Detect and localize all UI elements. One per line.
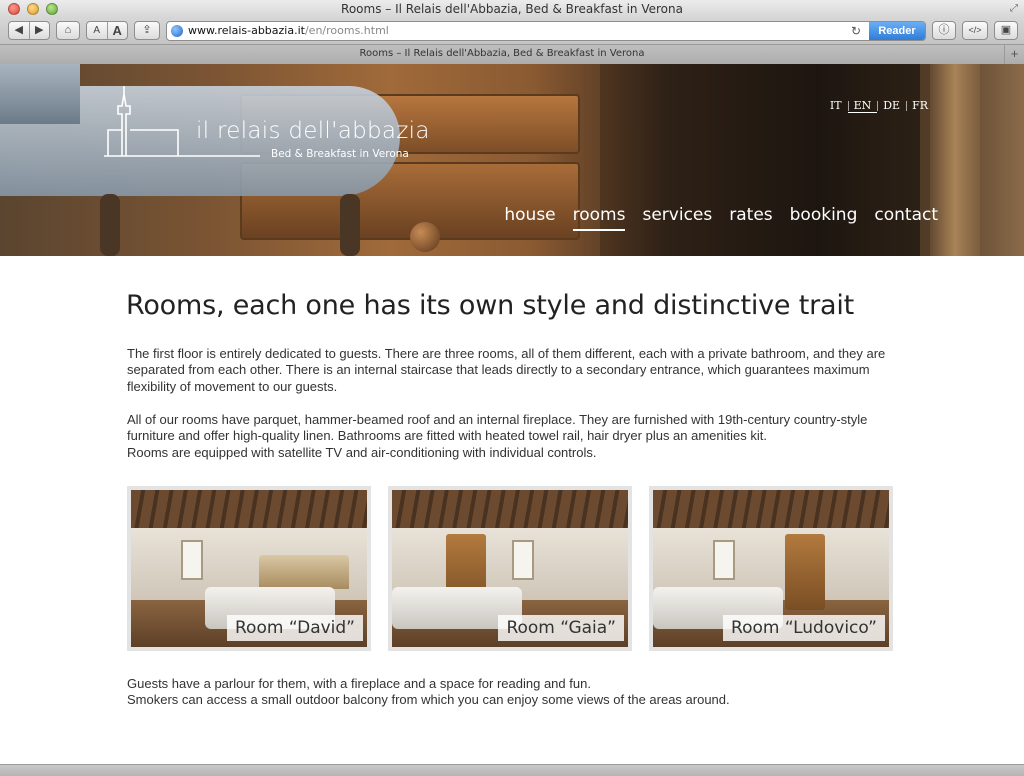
screenshot-button[interactable]: ▣ — [994, 21, 1018, 40]
nav-services[interactable]: services — [642, 205, 712, 231]
back-forward-buttons: ◀ ▶ — [8, 21, 50, 40]
parlour-text: Guests have a parlour for them, with a f… — [127, 676, 591, 691]
room-gallery: Room “David” Room “Gaia” Room “Ludovico” — [127, 486, 893, 651]
room-label: Room “Ludovico” — [723, 615, 885, 641]
lang-de[interactable]: DE — [877, 99, 906, 113]
lang-it[interactable]: IT — [824, 99, 848, 113]
nav-booking[interactable]: booking — [790, 205, 858, 231]
url-path: /en/rooms.html — [304, 24, 389, 37]
site-logo[interactable]: il relais dell'abbazia Bed & Breakfast i… — [100, 84, 429, 162]
language-switcher: IT EN DE FR — [824, 99, 934, 113]
browser-toolbar: ◀ ▶ ⌂ A A ⇪ www.relais-abbazia.it/en/roo… — [0, 18, 1024, 44]
nav-contact[interactable]: contact — [874, 205, 938, 231]
nav-house[interactable]: house — [504, 205, 555, 231]
room-card-ludovico[interactable]: Room “Ludovico” — [649, 486, 893, 651]
reader-button[interactable]: Reader — [869, 22, 925, 40]
window-titlebar: Rooms – Il Relais dell'Abbazia, Bed & Br… — [0, 0, 1024, 18]
globe-icon — [171, 25, 183, 37]
fullscreen-icon[interactable]: ⤢ — [1010, 3, 1018, 14]
home-button[interactable]: ⌂ — [56, 21, 80, 40]
font-size-buttons: A A — [86, 21, 128, 40]
hero-photo-chair-leg — [100, 194, 120, 256]
new-tab-button[interactable]: + — [1004, 45, 1024, 64]
window-bottom-bar — [0, 764, 1024, 776]
share-button[interactable]: ⇪ — [134, 21, 160, 40]
tab-bar: Rooms – Il Relais dell'Abbazia, Bed & Br… — [0, 44, 1024, 64]
room-card-david[interactable]: Room “David” — [127, 486, 371, 651]
features-text: Rooms are equipped with satellite TV and… — [127, 444, 597, 460]
parlour-text: Smokers can access a small outdoor balco… — [127, 692, 730, 708]
main-nav: house rooms services rates booking conta… — [504, 205, 938, 231]
features-text: All of our rooms have parquet, hammer-be… — [127, 412, 868, 444]
window-title: Rooms – Il Relais dell'Abbazia, Bed & Br… — [341, 2, 683, 16]
hero-photo-chair-back — [0, 64, 80, 124]
nav-rooms[interactable]: rooms — [572, 205, 626, 231]
parlour-paragraph: Guests have a parlour for them, with a f… — [127, 676, 907, 709]
reload-icon[interactable]: ↻ — [851, 24, 861, 38]
intro-text: The first floor is entirely dedicated to… — [127, 346, 886, 394]
logo-tagline: Bed & Breakfast in Verona — [271, 148, 409, 160]
info-button[interactable]: ⓘ — [932, 21, 956, 40]
home-icon: ⌂ — [64, 24, 72, 36]
back-button[interactable]: ◀ — [9, 22, 29, 39]
nav-rates[interactable]: rates — [729, 205, 772, 231]
logo-name: il relais dell'abbazia — [196, 118, 430, 144]
font-smaller-button[interactable]: A — [87, 22, 107, 39]
code-icon: </> — [968, 25, 982, 35]
hero-photo-chair-leg — [340, 194, 360, 256]
info-icon: ⓘ — [938, 24, 950, 36]
intro-paragraph: The first floor is entirely dedicated to… — [127, 346, 907, 395]
camera-icon: ▣ — [1000, 24, 1012, 36]
hero-photo-knob — [410, 222, 440, 252]
url-text[interactable]: www.relais-abbazia.it/en/rooms.html — [188, 24, 389, 37]
features-paragraph: All of our rooms have parquet, hammer-be… — [127, 412, 907, 461]
share-icon: ⇪ — [142, 24, 152, 36]
room-label: Room “Gaia” — [498, 615, 624, 641]
tab-title[interactable]: Rooms – Il Relais dell'Abbazia, Bed & Br… — [0, 48, 1004, 59]
room-card-gaia[interactable]: Room “Gaia” — [388, 486, 632, 651]
url-domain: www.relais-abbazia.it — [188, 24, 305, 37]
forward-button[interactable]: ▶ — [30, 22, 50, 39]
room-label: Room “David” — [227, 615, 363, 641]
develop-button[interactable]: </> — [962, 21, 988, 40]
lang-fr[interactable]: FR — [906, 99, 934, 113]
page-title: Rooms, each one has its own style and di… — [126, 290, 855, 321]
address-bar[interactable]: www.relais-abbazia.it/en/rooms.html ↻ Re… — [166, 21, 926, 41]
lang-en[interactable]: EN — [847, 99, 878, 113]
font-larger-button[interactable]: A — [108, 22, 128, 39]
